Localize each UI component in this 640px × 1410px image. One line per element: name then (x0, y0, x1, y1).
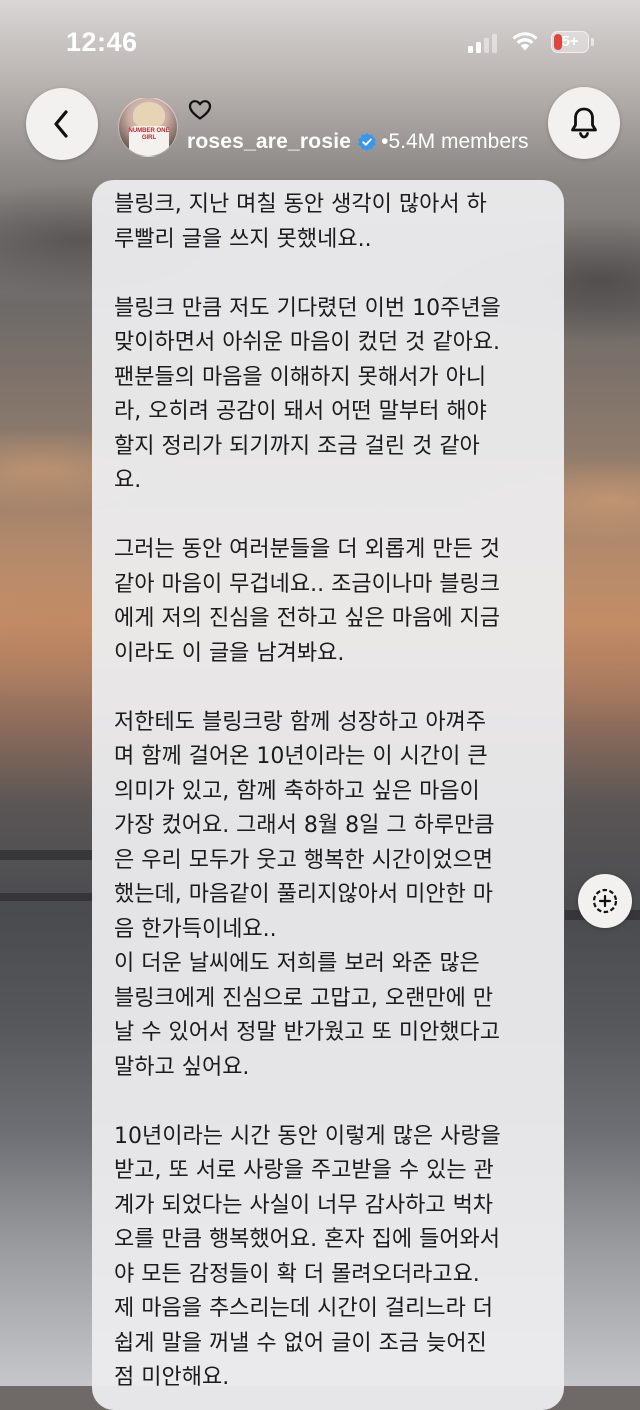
avatar-hair (133, 102, 165, 128)
channel-avatar[interactable]: NUMBER ONE GIRL (118, 97, 178, 157)
background-bridge (0, 850, 95, 860)
battery-label: 5+ (561, 33, 579, 50)
heart-icon[interactable] (188, 99, 212, 121)
wifi-icon (512, 32, 538, 51)
bell-icon (571, 107, 597, 139)
battery-icon: 5+ (551, 31, 589, 53)
channel-info[interactable]: roses_are_rosie • 5.4M members (187, 128, 529, 156)
chevron-left-icon (54, 110, 68, 138)
verified-badge-icon (358, 133, 376, 151)
member-count: 5.4M members (388, 130, 529, 153)
back-button[interactable] (26, 88, 98, 160)
channel-name[interactable]: roses_are_rosie (187, 130, 351, 154)
message-paragraph: 그러는 동안 여러분들을 더 외롭게 만든 것 같아 마음이 무겁네요.. 조금… (114, 537, 501, 666)
battery-tip (591, 38, 594, 46)
message-paragraph: 블링크, 지난 며칠 동안 생각이 많아서 하 루빨리 글을 쓰지 못했네요.. (114, 192, 487, 252)
cellular-signal-icon (468, 33, 500, 53)
message-paragraph: 저한테도 블링크랑 함께 성장하고 아껴주 며 함께 걸어온 10년이라는 이 … (114, 709, 495, 942)
message-paragraph: 블링크 만큼 저도 기다렸던 이번 10주년을 맞이하면서 아쉬운 마음이 컸던… (114, 295, 501, 494)
avatar-shirt-text: NUMBER ONE GIRL (128, 128, 170, 141)
message-paragraph: 10년이라는 시간 동안 이렇게 많은 사랑을 받고, 또 서로 사랑을 주고받… (114, 1123, 501, 1391)
notifications-button[interactable] (548, 87, 620, 159)
status-bar: 12:46 5+ (0, 0, 640, 82)
add-reaction-button[interactable] (578, 874, 632, 928)
separator-dot: • (381, 130, 389, 153)
message-paragraph: 이 더운 날씨에도 저희를 보러 와준 많은 블링크에게 진심으로 고맙고, 오… (114, 951, 501, 1080)
broadcast-message-bubble[interactable]: 블링크, 지난 며칠 동안 생각이 많아서 하 루빨리 글을 쓰지 못했네요..… (92, 180, 564, 1410)
status-time: 12:46 (66, 27, 138, 57)
background-bridge (0, 893, 95, 901)
add-reaction-icon (592, 888, 618, 914)
